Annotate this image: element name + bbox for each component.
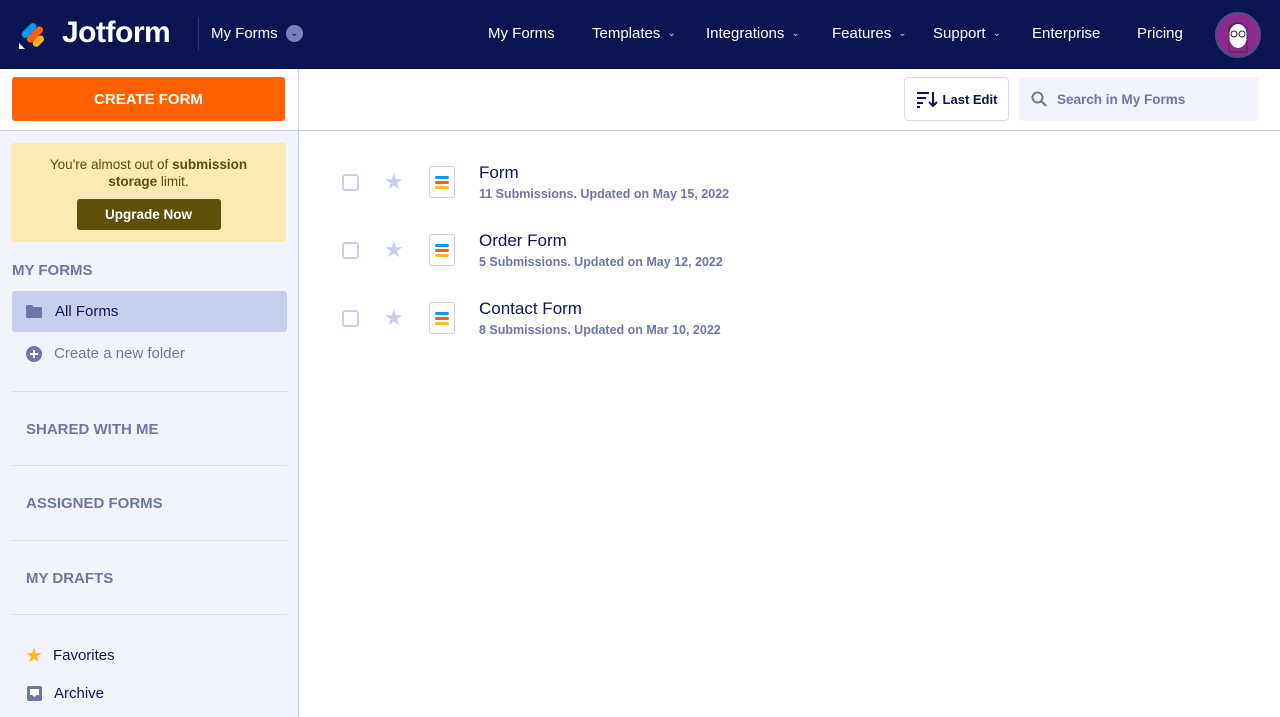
form-title[interactable]: Contact Form [479,299,721,319]
context-dropdown-label: My Forms [211,25,278,42]
divider [12,614,287,615]
top-navbar: Jotform My Forms ⌄ My Forms Templates ⌄ I… [0,0,1280,69]
sort-icon [916,92,938,108]
storage-warning: You're almost out of submission storage l… [11,143,286,242]
sidebar-item-all-forms[interactable]: All Forms [12,291,287,332]
chevron-down-icon: ⌄ [898,28,907,39]
select-checkbox[interactable] [342,173,359,191]
form-list-item[interactable]: ★ Order Form 5 Submissions. Updated on Ma… [342,225,723,275]
folder-icon [26,305,42,318]
toolbar: Last Edit [299,69,1280,131]
select-checkbox[interactable] [342,241,359,259]
divider [12,465,287,466]
sidebar-shared-with-me[interactable]: SHARED WITH ME [26,421,159,438]
sidebar: CREATE FORM You're almost out of submiss… [0,69,299,717]
brand-name[interactable]: Jotform [62,16,171,50]
nav-label: Templates [592,25,661,42]
form-title[interactable]: Form [479,163,729,183]
nav-label: Integrations [706,25,785,42]
chevron-down-icon: ⌄ [285,25,303,42]
nav-enterprise[interactable]: Enterprise [1032,25,1100,42]
plus-circle-icon [26,345,42,362]
form-icon [429,166,455,198]
create-folder-label: Create a new folder [54,345,185,362]
star-icon: ★ [25,645,43,667]
warning-text: You're almost out of submission storage l… [49,157,248,189]
sidebar-item-label: All Forms [55,303,119,320]
nav-label: Pricing [1137,25,1183,42]
star-icon[interactable]: ★ [384,169,404,195]
sort-label: Last Edit [942,91,998,107]
divider [12,540,287,541]
nav-label: Enterprise [1032,25,1101,42]
nav-label: My Forms [488,25,555,42]
nav-my-forms[interactable]: My Forms [488,25,555,42]
nav-support[interactable]: Support ⌄ [933,25,1001,42]
form-list-item[interactable]: ★ Contact Form 8 Submissions. Updated on … [342,293,721,343]
divider [198,17,199,51]
search-input[interactable] [1057,91,1247,107]
select-checkbox[interactable] [342,309,359,327]
user-avatar[interactable] [1215,12,1261,58]
chevron-down-icon: ⌄ [667,28,676,39]
nav-pricing[interactable]: Pricing [1137,25,1183,42]
sidebar-assigned-forms[interactable]: ASSIGNED FORMS [26,495,163,512]
search-box[interactable] [1019,77,1259,121]
sidebar-item-label: Archive [54,685,105,702]
search-icon [1031,91,1047,107]
sidebar-item-favorites[interactable]: ★ Favorites [25,643,115,668]
form-icon [429,302,455,334]
avatar-image-icon [1228,22,1248,53]
jotform-logo-icon[interactable] [18,18,50,50]
form-list-item[interactable]: ★ Form 11 Submissions. Updated on May 15,… [342,157,729,207]
nav-features[interactable]: Features ⌄ [832,25,907,42]
star-icon[interactable]: ★ [384,305,404,331]
sidebar-item-archive[interactable]: Archive [27,685,104,702]
form-meta: 11 Submissions. Updated on May 15, 2022 [479,187,730,201]
create-form-button[interactable]: CREATE FORM [12,77,285,121]
create-folder-button[interactable]: Create a new folder [26,345,185,362]
nav-label: Support [933,25,986,42]
sidebar-my-drafts[interactable]: MY DRAFTS [26,570,113,587]
chevron-down-icon: ⌄ [992,28,1001,39]
nav-integrations[interactable]: Integrations ⌄ [706,25,800,42]
star-icon[interactable]: ★ [384,237,404,263]
nav-label: Features [832,25,892,42]
sidebar-item-label: Favorites [52,647,115,664]
form-icon [429,234,455,266]
chevron-down-icon: ⌄ [791,28,800,39]
upgrade-now-button[interactable]: Upgrade Now [76,199,221,230]
form-meta: 8 Submissions. Updated on Mar 10, 2022 [479,323,721,337]
divider [12,391,287,392]
archive-icon [27,686,42,701]
nav-templates[interactable]: Templates ⌄ [592,25,676,42]
sidebar-header: CREATE FORM [0,69,298,131]
my-forms-heading: MY FORMS [12,262,93,279]
form-meta: 5 Submissions. Updated on May 12, 2022 [479,255,723,269]
sort-button[interactable]: Last Edit [904,77,1009,121]
form-title[interactable]: Order Form [479,231,723,251]
context-dropdown[interactable]: My Forms ⌄ [211,25,303,42]
